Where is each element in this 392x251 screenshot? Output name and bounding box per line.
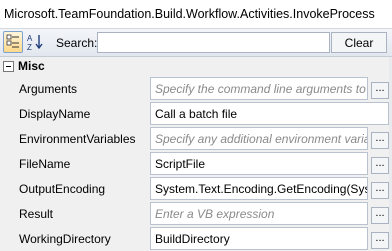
property-name: OutputEncoding (19, 182, 106, 196)
property-row-arguments: Arguments Specify the command line argum… (0, 76, 392, 101)
search-label: Search: (56, 36, 98, 50)
property-row-result: Result Enter a VB expression ... (0, 201, 392, 226)
categorized-view-button[interactable] (3, 31, 23, 53)
property-row-environmentvariables: EnvironmentVariables Specify any additio… (0, 126, 392, 151)
property-value-field[interactable]: System.Text.Encoding.GetEncoding(Syst (150, 177, 368, 200)
property-name: Arguments (19, 82, 78, 96)
ellipsis-button[interactable]: ... (371, 157, 389, 174)
property-value: Specify the command line arguments to (155, 82, 366, 96)
activity-type-label: Microsoft.TeamFoundation.Build.Workflow.… (4, 7, 375, 21)
property-name-cell[interactable]: Result (0, 201, 149, 226)
property-row-outputencoding: OutputEncoding System.Text.Encoding.GetE… (0, 176, 392, 201)
property-value-field[interactable]: Call a batch file (150, 102, 389, 125)
property-name: WorkingDirectory (19, 232, 111, 246)
category-label: Misc (18, 59, 45, 73)
property-name-cell[interactable]: WorkingDirectory (0, 226, 149, 251)
ellipsis-button[interactable]: ... (371, 182, 389, 199)
property-name: Result (19, 207, 54, 221)
properties-toolbar: A Z Search: Clear (0, 29, 392, 57)
activity-type-title: Microsoft.TeamFoundation.Build.Workflow.… (0, 0, 392, 29)
alphabetical-sort-button[interactable]: A Z (25, 31, 45, 53)
property-name-cell[interactable]: FileName (0, 151, 149, 176)
property-value: BuildDirectory (155, 232, 230, 246)
search-input[interactable] (97, 32, 330, 53)
property-value: Specify any additional environment varia (155, 132, 368, 146)
property-value-field[interactable]: ScriptFile (150, 152, 368, 175)
property-row-workingdirectory: WorkingDirectory BuildDirectory ... (0, 226, 392, 251)
svg-text:Z: Z (27, 43, 32, 52)
property-value: Call a batch file (155, 107, 238, 121)
clear-button[interactable]: Clear (331, 32, 387, 53)
property-grid: Arguments Specify the command line argum… (0, 76, 392, 251)
property-value: Enter a VB expression (155, 207, 275, 221)
property-row-filename: FileName ScriptFile ... (0, 151, 392, 176)
property-value: ScriptFile (155, 157, 206, 171)
property-name-cell[interactable]: Arguments (0, 76, 149, 101)
collapse-toggle-icon[interactable] (3, 61, 14, 72)
svg-text:A: A (27, 34, 33, 43)
property-value-field[interactable]: Specify any additional environment varia (150, 127, 368, 150)
ellipsis-button[interactable]: ... (371, 82, 389, 99)
property-value: System.Text.Encoding.GetEncoding(Syst (155, 182, 368, 196)
ellipsis-button[interactable]: ... (371, 207, 389, 224)
property-value-field[interactable]: Specify the command line arguments to (150, 77, 368, 100)
property-name: FileName (19, 157, 71, 171)
property-name-cell[interactable]: EnvironmentVariables (0, 126, 149, 151)
category-misc[interactable]: Misc (0, 57, 392, 76)
property-name-cell[interactable]: DisplayName (0, 101, 149, 126)
properties-window: Microsoft.TeamFoundation.Build.Workflow.… (0, 0, 392, 251)
alphabetical-sort-icon: A Z (27, 34, 43, 52)
ellipsis-button[interactable]: ... (371, 132, 389, 149)
property-value-field[interactable]: BuildDirectory (150, 227, 368, 250)
property-row-displayname: DisplayName Call a batch file (0, 101, 392, 126)
property-name: DisplayName (19, 107, 91, 121)
property-name: EnvironmentVariables (19, 132, 136, 146)
ellipsis-button[interactable]: ... (371, 232, 389, 249)
property-name-cell[interactable]: OutputEncoding (0, 176, 149, 201)
property-value-field[interactable]: Enter a VB expression (150, 202, 368, 225)
categorized-view-icon (6, 34, 19, 48)
